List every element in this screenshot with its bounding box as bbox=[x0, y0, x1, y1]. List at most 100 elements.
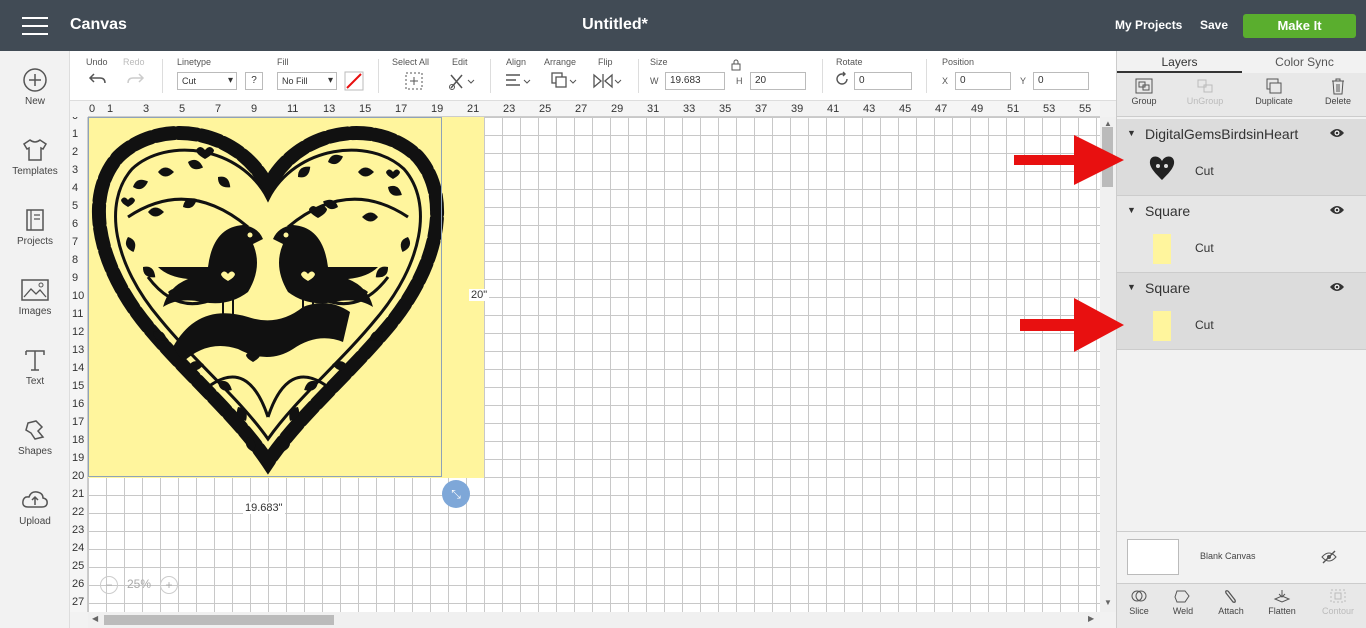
layer-tools: Group UnGroup Duplicate Delete bbox=[1117, 73, 1366, 117]
eye-icon[interactable] bbox=[1329, 281, 1345, 293]
sidebar-item-upload[interactable]: Upload bbox=[0, 487, 70, 527]
vertical-scrollbar[interactable]: ▲ ▼ bbox=[1100, 117, 1116, 612]
zoom-out-button[interactable]: − bbox=[100, 576, 118, 594]
linetype-select[interactable]: Cut bbox=[177, 72, 237, 90]
blank-canvas-row[interactable]: Blank Canvas bbox=[1117, 531, 1366, 583]
horizontal-scrollbar[interactable]: ◀ ▶ bbox=[88, 612, 1100, 628]
group-icon bbox=[1135, 78, 1153, 94]
horizontal-scroll-thumb[interactable] bbox=[104, 615, 334, 625]
weld-button[interactable]: Weld bbox=[1158, 588, 1208, 616]
align-icon[interactable] bbox=[504, 71, 532, 91]
collapse-caret-icon[interactable]: ▼ bbox=[1127, 282, 1136, 292]
toolbar-divider bbox=[822, 59, 823, 93]
linetype-help-button[interactable]: ? bbox=[245, 72, 263, 90]
sidebar-item-shapes[interactable]: Shapes bbox=[0, 417, 70, 457]
ruler-x-tick: 13 bbox=[323, 103, 336, 115]
contour-button[interactable]: Contour bbox=[1313, 588, 1363, 616]
delete-button[interactable]: Delete bbox=[1308, 77, 1366, 106]
scroll-right-icon[interactable]: ▶ bbox=[1088, 614, 1094, 623]
duplicate-button[interactable]: Duplicate bbox=[1244, 77, 1304, 106]
flatten-button[interactable]: Flatten bbox=[1257, 588, 1307, 616]
sidebar-item-label: Shapes bbox=[18, 446, 52, 457]
sidebar-item-projects[interactable]: Projects bbox=[0, 207, 70, 247]
slice-icon bbox=[1131, 590, 1147, 602]
zoom-in-button[interactable]: + bbox=[160, 576, 178, 594]
sidebar-item-label: Projects bbox=[16, 236, 54, 247]
ruler-y-tick: 24 bbox=[72, 542, 85, 554]
toolbar-divider bbox=[378, 59, 379, 93]
scissors-icon[interactable] bbox=[448, 71, 476, 91]
undo-icon[interactable] bbox=[88, 71, 108, 87]
canvas-grid[interactable]: 20" 19.683" ⤡ − 25% + bbox=[88, 117, 1100, 612]
tab-color-sync[interactable]: Color Sync bbox=[1242, 51, 1366, 73]
zoom-control: − 25% + bbox=[100, 572, 180, 598]
flatten-icon bbox=[1273, 590, 1291, 603]
contour-label: Contour bbox=[1321, 606, 1355, 616]
ruler-y-tick: 4 bbox=[72, 182, 79, 194]
slice-button[interactable]: Slice bbox=[1114, 588, 1164, 616]
color-swatch-icon[interactable] bbox=[344, 71, 364, 91]
resize-handle[interactable]: ⤡ bbox=[442, 480, 470, 508]
ruler-x-tick: 9 bbox=[251, 103, 258, 115]
shapes-icon bbox=[25, 420, 45, 440]
paperclip-icon bbox=[1225, 590, 1236, 603]
flip-icon[interactable] bbox=[592, 71, 622, 91]
height-input[interactable]: 20 bbox=[750, 72, 806, 90]
panel-tabs: Layers Color Sync bbox=[1117, 51, 1366, 73]
eye-icon[interactable] bbox=[1329, 127, 1345, 139]
ruler-x-tick: 23 bbox=[503, 103, 516, 115]
upload-icon bbox=[22, 491, 48, 508]
collapse-caret-icon[interactable]: ▼ bbox=[1127, 205, 1136, 215]
blank-canvas-swatch[interactable] bbox=[1127, 539, 1179, 575]
top-bar: Canvas Untitled* My Projects Save Make I… bbox=[0, 0, 1366, 51]
collapse-caret-icon[interactable]: ▼ bbox=[1127, 128, 1136, 138]
ruler-x-tick: 49 bbox=[971, 103, 984, 115]
toolbar-divider bbox=[162, 59, 163, 93]
select-all-icon[interactable] bbox=[404, 71, 424, 91]
ungroup-button[interactable]: UnGroup bbox=[1175, 77, 1235, 106]
scroll-down-icon[interactable]: ▼ bbox=[1104, 598, 1112, 607]
eye-icon[interactable] bbox=[1329, 204, 1345, 216]
group-button[interactable]: Group bbox=[1114, 77, 1174, 106]
lock-icon[interactable] bbox=[730, 59, 742, 71]
ruler-x-tick: 53 bbox=[1043, 103, 1056, 115]
rotate-input[interactable]: 0 bbox=[854, 72, 912, 90]
layer-name: DigitalGemsBirdsinHeart bbox=[1145, 126, 1299, 142]
ruler-corner bbox=[70, 101, 88, 117]
layers-panel: Layers Color Sync Group UnGroup Duplicat… bbox=[1116, 51, 1366, 628]
sidebar-item-label: New bbox=[24, 96, 45, 107]
ruler-x-tick: 17 bbox=[395, 103, 408, 115]
sidebar-item-templates[interactable]: Templates bbox=[0, 137, 70, 177]
sidebar-item-new[interactable]: New bbox=[0, 67, 70, 107]
layer-operation: Cut bbox=[1195, 164, 1214, 178]
layer-group-birds[interactable]: ▼ DigitalGemsBirdsinHeart Cut bbox=[1117, 119, 1366, 196]
scroll-left-icon[interactable]: ◀ bbox=[92, 614, 98, 623]
shirt-icon bbox=[22, 139, 48, 161]
save-button[interactable]: Save bbox=[1200, 18, 1228, 32]
redo-icon[interactable] bbox=[125, 71, 145, 87]
rotate-label: Rotate bbox=[836, 57, 863, 67]
width-input[interactable]: 19.683 bbox=[665, 72, 725, 90]
ruler-x-tick: 43 bbox=[863, 103, 876, 115]
ruler-y-tick: 1 bbox=[72, 128, 79, 140]
fill-select[interactable]: No Fill bbox=[277, 72, 337, 90]
ruler-y-tick: 5 bbox=[72, 200, 79, 212]
ruler-y-tick: 7 bbox=[72, 236, 79, 248]
attach-button[interactable]: Attach bbox=[1206, 588, 1256, 616]
ruler-y-tick: 15 bbox=[72, 380, 85, 392]
position-y-input[interactable]: 0 bbox=[1033, 72, 1089, 90]
layer-group-square[interactable]: ▼ Square Cut bbox=[1117, 273, 1366, 350]
make-it-button[interactable]: Make It bbox=[1243, 14, 1356, 38]
plus-circle-icon bbox=[23, 68, 47, 92]
tab-layers[interactable]: Layers bbox=[1117, 51, 1242, 73]
sidebar-item-text[interactable]: Text bbox=[0, 347, 70, 387]
ruler-x-tick: 11 bbox=[287, 103, 299, 115]
sidebar-item-images[interactable]: Images bbox=[0, 277, 70, 317]
layer-group-square[interactable]: ▼ Square Cut bbox=[1117, 196, 1366, 273]
ruler-y-tick: 16 bbox=[72, 398, 85, 410]
position-x-input[interactable]: 0 bbox=[955, 72, 1011, 90]
my-projects-link[interactable]: My Projects bbox=[1115, 18, 1182, 32]
eye-hidden-icon[interactable] bbox=[1321, 550, 1337, 564]
arrange-icon[interactable] bbox=[550, 71, 578, 91]
ruler-y-tick: 19 bbox=[72, 452, 85, 464]
